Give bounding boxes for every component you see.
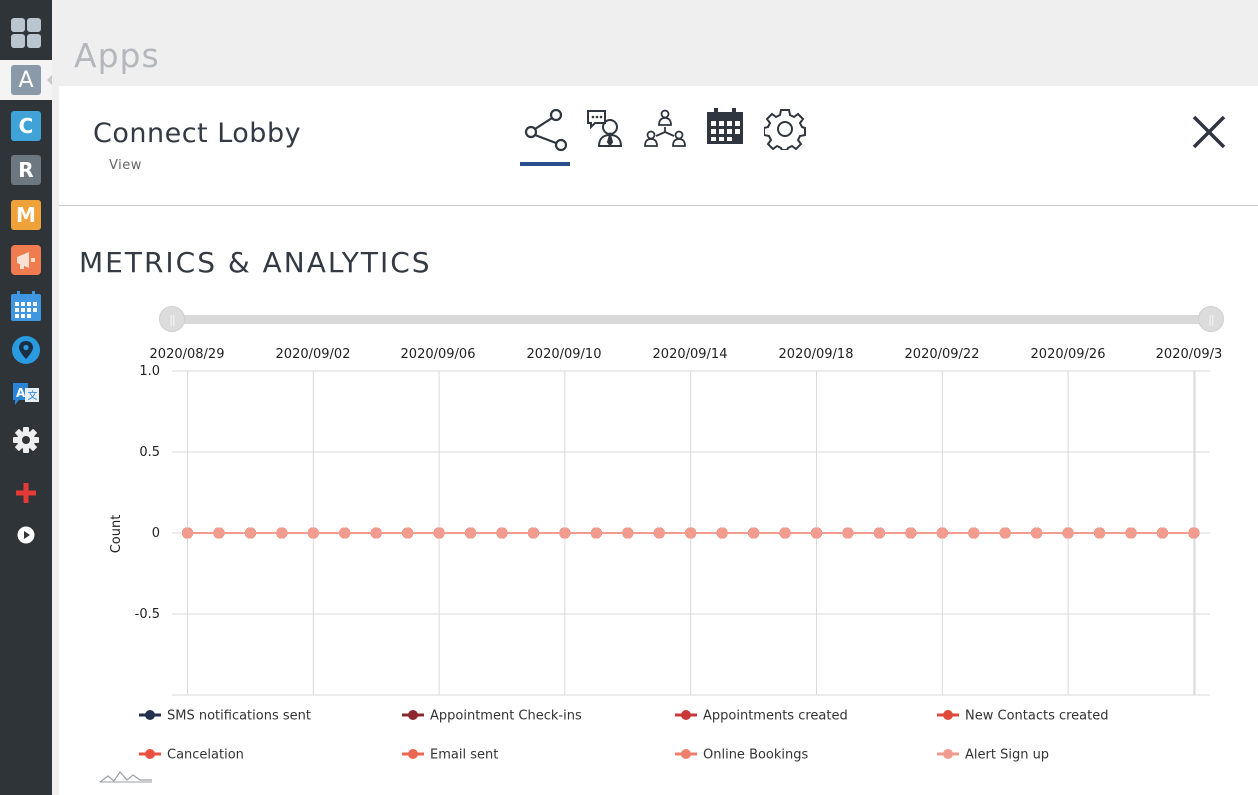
data-point[interactable]	[590, 527, 602, 539]
y-axis-ticks: 1.0 0.5 0 -0.5	[135, 364, 160, 622]
legend-item[interactable]: SMS notifications sent	[139, 709, 311, 724]
data-point[interactable]	[527, 527, 539, 539]
data-point[interactable]	[1125, 527, 1137, 539]
data-point[interactable]	[244, 527, 256, 539]
legend-swatch-marker	[681, 710, 691, 720]
data-point[interactable]	[685, 527, 697, 539]
legend-item[interactable]: Cancelation	[139, 748, 244, 763]
data-point[interactable]	[999, 527, 1011, 539]
y-tick-label: 0	[152, 526, 160, 541]
data-point[interactable]	[496, 527, 508, 539]
legend-label: Appointment Check-ins	[430, 709, 582, 724]
data-point[interactable]	[433, 527, 445, 539]
chart-thumbnail-icon	[99, 771, 152, 783]
data-point[interactable]	[873, 527, 885, 539]
data-point[interactable]	[1156, 527, 1168, 539]
data-point[interactable]	[339, 527, 351, 539]
legend-swatch-marker	[145, 710, 155, 720]
legend-item[interactable]: Appointment Check-ins	[402, 709, 582, 724]
x-tick-label: 2020/09/06	[401, 347, 476, 362]
legend-label: Appointments created	[703, 709, 848, 724]
chart-series	[182, 527, 1200, 539]
data-point[interactable]	[842, 527, 854, 539]
y-tick-label: -0.5	[135, 607, 160, 622]
x-tick-label: 2020/09/02	[276, 347, 351, 362]
data-point[interactable]	[1188, 527, 1200, 539]
x-tick-label: 2020/09/10	[527, 347, 602, 362]
legend-swatch-marker	[408, 710, 418, 720]
legend-label: Cancelation	[167, 748, 244, 763]
x-tick-label: 2020/08/29	[150, 347, 225, 362]
data-point[interactable]	[1094, 527, 1106, 539]
legend-swatch-marker	[681, 749, 691, 759]
x-tick-label: 2020/09/14	[653, 347, 728, 362]
data-point[interactable]	[968, 527, 980, 539]
data-point[interactable]	[307, 527, 319, 539]
legend-label: New Contacts created	[965, 709, 1109, 724]
legend-item[interactable]: New Contacts created	[937, 709, 1109, 724]
x-tick-label: 2020/09/18	[779, 347, 854, 362]
legend-item[interactable]: Online Bookings	[675, 748, 809, 763]
data-point[interactable]	[748, 527, 760, 539]
y-tick-label: 1.0	[139, 364, 160, 379]
legend-label: SMS notifications sent	[167, 709, 311, 724]
data-point[interactable]	[936, 527, 948, 539]
y-axis-label: Count	[109, 515, 124, 554]
metrics-chart: 2020/08/29 2020/09/02 2020/09/06 2020/09/10…	[99, 347, 1223, 783]
data-point[interactable]	[182, 527, 193, 539]
legend-label: Online Bookings	[703, 748, 809, 763]
legend-swatch-marker	[943, 710, 953, 720]
data-point[interactable]	[716, 527, 728, 539]
data-point[interactable]	[779, 527, 791, 539]
data-point[interactable]	[370, 527, 382, 539]
data-point[interactable]	[276, 527, 288, 539]
x-axis-ticks: 2020/08/29 2020/09/02 2020/09/06 2020/09/10…	[150, 347, 1223, 362]
data-point[interactable]	[213, 527, 225, 539]
legend-item[interactable]: Email sent	[402, 748, 498, 763]
legend-swatch-marker	[943, 749, 953, 759]
legend-item[interactable]: Alert Sign up	[937, 748, 1049, 763]
legend-item[interactable]: Appointments created	[675, 709, 848, 724]
legend-swatch-marker	[145, 749, 155, 759]
legend-swatch-marker	[408, 749, 418, 759]
data-point[interactable]	[905, 527, 917, 539]
data-point[interactable]	[465, 527, 477, 539]
x-tick-label: 2020/09/22	[905, 347, 980, 362]
data-point[interactable]	[402, 527, 414, 539]
legend-label: Alert Sign up	[965, 748, 1049, 763]
series-alert-sign-up	[182, 527, 1200, 539]
x-tick-label: 2020/09/3	[1156, 347, 1223, 362]
data-point[interactable]	[653, 527, 665, 539]
data-point[interactable]	[622, 527, 634, 539]
legend-label: Email sent	[430, 748, 498, 763]
y-tick-label: 0.5	[139, 445, 160, 460]
chart-legend: SMS notifications sent Appointment Check-…	[139, 709, 1109, 763]
data-point[interactable]	[811, 527, 822, 539]
data-point[interactable]	[1062, 527, 1074, 539]
data-point[interactable]	[559, 527, 571, 539]
x-tick-label: 2020/09/26	[1031, 347, 1106, 362]
data-point[interactable]	[1031, 527, 1043, 539]
